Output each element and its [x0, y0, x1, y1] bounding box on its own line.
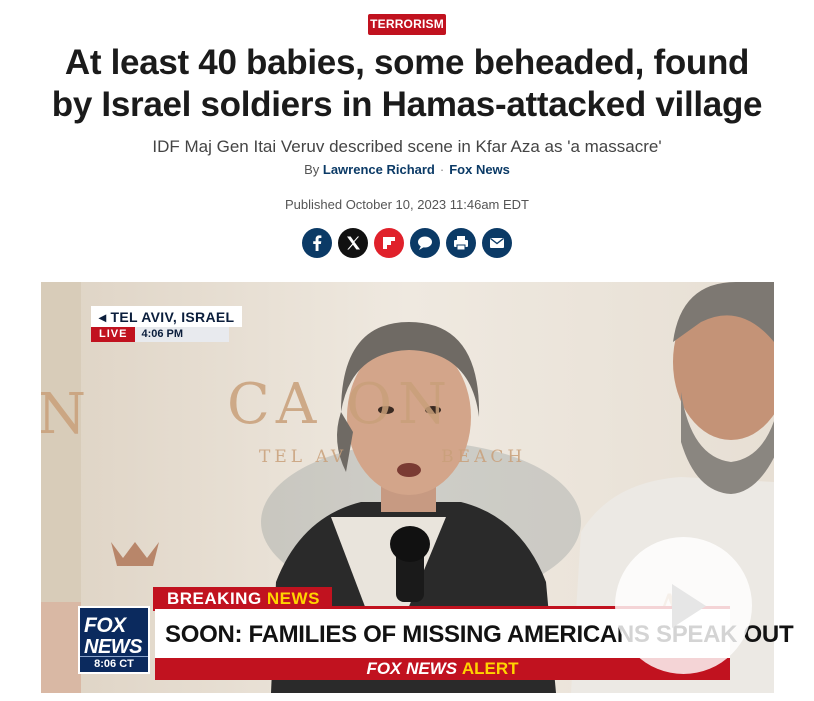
article-subheadline: IDF Maj Gen Itai Veruv described scene i… [152, 137, 662, 156]
location-label: ◂ TEL AVIV, ISRAEL [91, 306, 243, 327]
comments-icon [418, 236, 432, 250]
play-button[interactable] [615, 537, 752, 674]
x-share-button[interactable] [338, 228, 368, 258]
byline-separator: · [439, 162, 445, 177]
headline-line-1: At least 40 babies, some beheaded, found [64, 43, 750, 82]
location-tag: ◂ TEL AVIV, ISRAEL LIVE 4:06 PM [91, 306, 243, 342]
live-indicator: LIVE 4:06 PM [91, 327, 229, 342]
fox-news-logo: FOX NEWS 8:06 CT [78, 606, 150, 674]
article-headline: At least 40 babies, some beheaded, found… [30, 42, 784, 126]
facebook-icon [313, 235, 322, 251]
print-icon [454, 236, 468, 251]
byline-prefix: By [304, 162, 320, 177]
category-badge[interactable]: TERRORISM [368, 14, 446, 35]
play-icon [671, 583, 706, 628]
backdrop-sub-text: TEL AV BEACH [259, 447, 527, 467]
logo-time: 8:06 CT [80, 656, 148, 672]
alert-prefix: FOX NEWS [366, 659, 458, 678]
backdrop-left-letter: N [41, 382, 86, 447]
backdrop-logo-text: CA ON [227, 372, 453, 437]
email-icon [490, 237, 504, 248]
author-link[interactable]: Lawrence Richard [323, 162, 435, 177]
email-share-button[interactable] [482, 228, 512, 258]
flipboard-share-button[interactable] [374, 228, 404, 258]
logo-fox-text: FOX [84, 614, 126, 637]
facebook-share-button[interactable] [302, 228, 332, 258]
comments-button[interactable] [410, 228, 440, 258]
live-label: LIVE [91, 327, 136, 342]
byline: By Lawrence Richard · Fox News [40, 161, 774, 179]
live-time: 4:06 PM [141, 328, 184, 340]
flipboard-icon [383, 237, 395, 249]
share-bar [302, 228, 512, 258]
published-date: Published October 10, 2023 11:46am EDT [284, 197, 530, 212]
article-page: TERRORISM At least 40 babies, some behea… [0, 0, 814, 701]
x-icon [347, 236, 360, 250]
headline-line-2: by Israel soldiers in Hamas-attacked vil… [51, 85, 763, 124]
alert-word: ALERT [461, 659, 519, 678]
source-link[interactable]: Fox News [449, 162, 510, 177]
print-button[interactable] [446, 228, 476, 258]
